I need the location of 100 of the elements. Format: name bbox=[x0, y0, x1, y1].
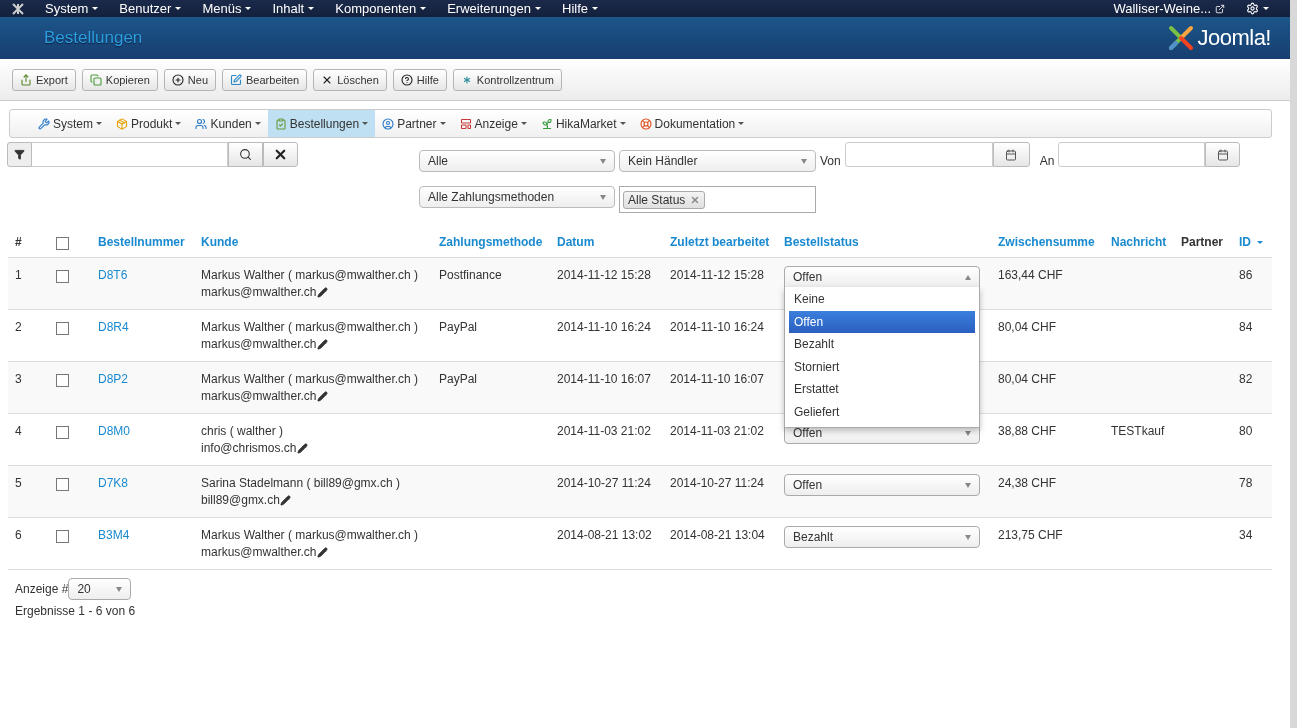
calendar-button[interactable] bbox=[1205, 142, 1241, 167]
toolbar-button[interactable]: Bearbeiten bbox=[222, 68, 308, 91]
modified-date: 2014-10-27 11:24 bbox=[670, 476, 764, 490]
submenu-item[interactable]: Partner bbox=[375, 110, 453, 137]
row-number: 2 bbox=[15, 320, 22, 334]
payment-select[interactable]: Alle Zahlungsmethoden bbox=[419, 186, 615, 208]
settings-icon[interactable] bbox=[1246, 2, 1259, 15]
top-menu-item[interactable]: Menüs bbox=[202, 2, 252, 15]
order-id: 78 bbox=[1239, 476, 1253, 490]
toolbar-button[interactable]: Export bbox=[12, 68, 76, 91]
column-header[interactable]: Nachricht bbox=[1111, 235, 1167, 249]
column-header[interactable]: Bestellstatus bbox=[784, 235, 859, 249]
row-checkbox[interactable] bbox=[56, 270, 69, 283]
subtotal: 80,04 CHF bbox=[998, 320, 1057, 334]
toolbar-button[interactable]: Kopieren bbox=[81, 68, 158, 91]
calendar-button[interactable] bbox=[992, 142, 1030, 167]
column-header[interactable]: Zwischensumme bbox=[998, 235, 1095, 249]
vendor-select[interactable]: Kein Händler bbox=[619, 150, 816, 172]
pencil-icon[interactable] bbox=[316, 391, 328, 403]
customer-name: Sarina Stadelmann ( bill89@gmx.ch ) bbox=[201, 475, 401, 492]
column-header[interactable]: ID bbox=[1239, 235, 1251, 249]
clear-button[interactable] bbox=[263, 142, 298, 167]
modified-date: 2014-11-12 15:28 bbox=[670, 268, 764, 282]
pencil-icon[interactable] bbox=[316, 287, 328, 299]
order-id: 80 bbox=[1239, 424, 1253, 438]
top-menu-item[interactable]: System bbox=[45, 2, 99, 15]
search-button[interactable] bbox=[228, 142, 263, 167]
pencil-icon[interactable] bbox=[316, 339, 328, 351]
status-option[interactable]: Geliefert bbox=[789, 400, 975, 423]
remove-icon[interactable] bbox=[690, 194, 701, 205]
order-link[interactable]: D7K8 bbox=[98, 476, 129, 490]
order-link[interactable]: D8R4 bbox=[98, 320, 129, 334]
submenu-item[interactable]: Produkt bbox=[109, 110, 189, 137]
status-select[interactable]: Offen bbox=[784, 474, 980, 496]
plus-icon bbox=[171, 73, 184, 86]
payment-method: PayPal bbox=[439, 320, 478, 334]
from-date-field[interactable] bbox=[844, 142, 993, 167]
pencil-icon[interactable] bbox=[296, 443, 308, 455]
submenu-item[interactable]: Kunden bbox=[188, 110, 268, 137]
row-checkbox[interactable] bbox=[56, 426, 69, 439]
row-checkbox[interactable] bbox=[56, 374, 69, 387]
column-header[interactable]: Datum bbox=[557, 235, 595, 249]
column-header[interactable]: Zahlungsmethode bbox=[439, 235, 543, 249]
submenu-item[interactable]: Bestellungen bbox=[267, 110, 376, 137]
limit-select[interactable]: 20 bbox=[68, 578, 132, 600]
row-checkbox[interactable] bbox=[56, 478, 69, 491]
status-option[interactable]: Storniert bbox=[789, 355, 975, 378]
pencil-icon[interactable] bbox=[279, 495, 291, 507]
joomla-icon[interactable] bbox=[12, 3, 24, 15]
order-date: 2014-11-10 16:24 bbox=[557, 320, 651, 334]
status-select[interactable]: Offen bbox=[784, 266, 980, 288]
top-menu-item[interactable]: Hilfe bbox=[562, 2, 599, 15]
submenu-item[interactable]: Anzeige bbox=[452, 110, 534, 137]
customer-email: bill89@gmx.ch bbox=[201, 492, 280, 509]
site-link[interactable]: Walliser-Weine... bbox=[1113, 2, 1225, 15]
column-header[interactable]: Bestellnummer bbox=[98, 235, 185, 249]
order-link[interactable]: D8M0 bbox=[98, 424, 130, 438]
status-option[interactable]: Bezahlt bbox=[789, 333, 975, 356]
toolbar-button[interactable]: Hilfe bbox=[392, 68, 447, 91]
order-link[interactable]: D8P2 bbox=[98, 372, 129, 386]
top-menu-item[interactable]: Inhalt bbox=[272, 2, 315, 15]
subtotal: 163,44 CHF bbox=[998, 268, 1063, 282]
edit-icon bbox=[230, 73, 243, 86]
user-icon bbox=[382, 117, 395, 130]
submenu-item[interactable]: System bbox=[31, 110, 109, 137]
submenu-item[interactable]: HikaMarket bbox=[533, 110, 633, 137]
row-checkbox[interactable] bbox=[56, 530, 69, 543]
to-label: An bbox=[1039, 154, 1055, 168]
submenu-item[interactable]: Dokumentation bbox=[632, 110, 752, 137]
column-header[interactable]: Zuletzt bearbeitet bbox=[670, 235, 770, 249]
toolbar-button[interactable]: Neu bbox=[163, 68, 217, 91]
search-field[interactable] bbox=[32, 142, 228, 167]
status-tag[interactable]: Alle Status bbox=[623, 190, 706, 209]
order-date: 2014-11-03 21:02 bbox=[557, 424, 651, 438]
order-link[interactable]: B3M4 bbox=[98, 528, 130, 542]
column-header[interactable]: Kunde bbox=[201, 235, 239, 249]
status-select[interactable]: Bezahlt bbox=[784, 526, 980, 548]
top-menu-item[interactable]: Komponenten bbox=[335, 2, 427, 15]
status-option[interactable]: Offen bbox=[789, 310, 975, 333]
status-option[interactable]: Keine bbox=[789, 288, 975, 311]
pencil-icon[interactable] bbox=[316, 547, 328, 559]
payment-method: Postfinance bbox=[439, 268, 502, 282]
top-menu-item[interactable]: Erweiterungen bbox=[447, 2, 541, 15]
row-number: 3 bbox=[15, 372, 22, 386]
customer-email: markus@mwalther.ch bbox=[201, 284, 317, 301]
export-icon bbox=[20, 73, 32, 86]
top-menu-item[interactable]: Benutzer bbox=[119, 2, 182, 15]
row-checkbox[interactable] bbox=[56, 322, 69, 335]
select-all-checkbox[interactable] bbox=[56, 237, 69, 250]
toolbar-button[interactable]: Kontrollzentrum bbox=[452, 68, 562, 91]
status-filter-field[interactable]: Alle Status bbox=[619, 186, 816, 213]
type-select[interactable]: Alle bbox=[419, 150, 615, 172]
scrollbar[interactable] bbox=[1290, 0, 1297, 728]
order-message: TESTkauf bbox=[1111, 424, 1165, 438]
status-option[interactable]: Erstattet bbox=[789, 378, 975, 401]
order-link[interactable]: D8T6 bbox=[98, 268, 128, 282]
close-icon bbox=[273, 147, 288, 162]
toolbar-button[interactable]: Löschen bbox=[313, 68, 387, 91]
to-date-field[interactable] bbox=[1058, 142, 1206, 167]
calendar-icon bbox=[1005, 148, 1018, 161]
